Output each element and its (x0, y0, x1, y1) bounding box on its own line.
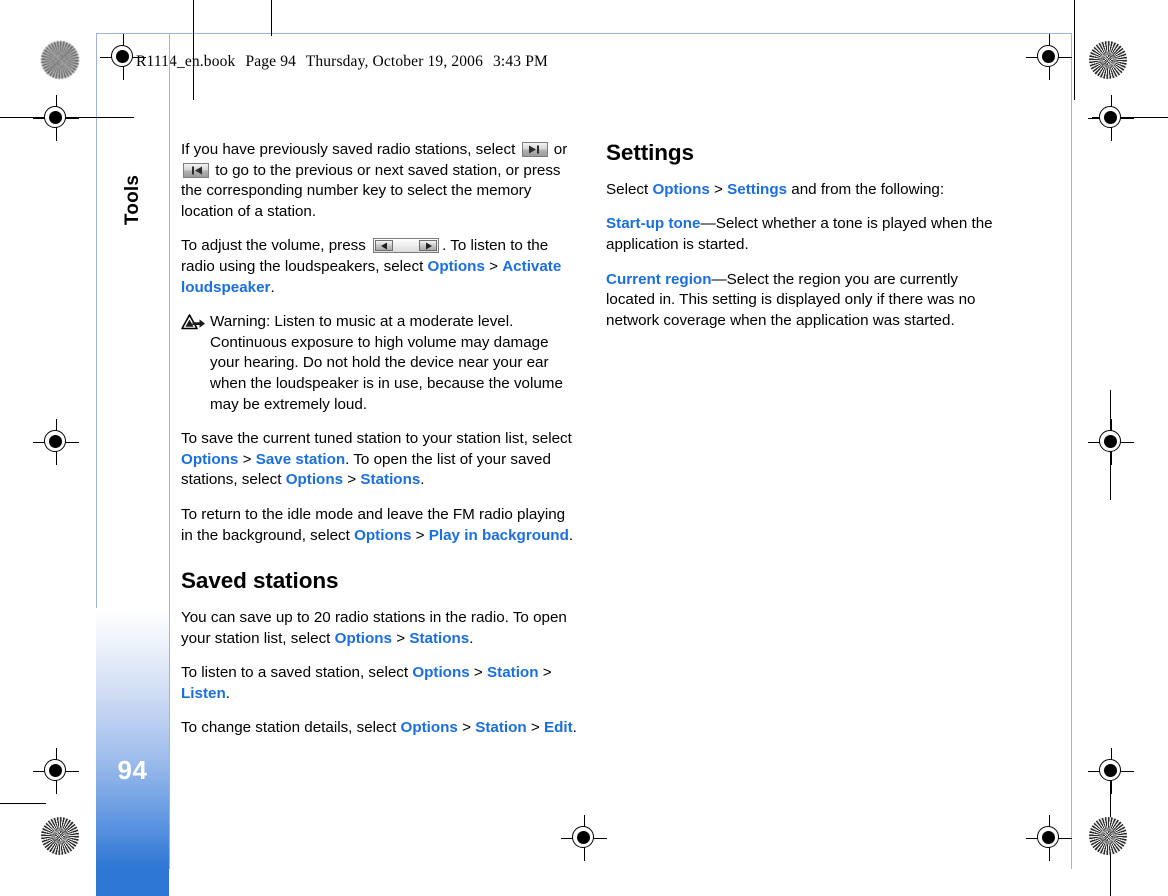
heading-settings: Settings (606, 140, 694, 165)
volume-rocker-key-icon (373, 238, 440, 254)
sep-2: > (238, 450, 256, 468)
paragraph-current-region: Current region—Select the region you are… (606, 270, 1006, 332)
registration-mark-left-mid (33, 419, 79, 465)
sep-6: > (469, 664, 487, 682)
paragraph-saved-stations-nav: If you have previously saved radio stati… (181, 140, 581, 222)
sep-8: > (457, 719, 476, 737)
registration-mark-right-upper (1088, 95, 1134, 141)
crop-rule-bottom-left-h (0, 803, 46, 805)
crop-rule-top-left-v2 (271, 0, 273, 36)
ui-options-5: Options (334, 629, 393, 647)
registration-mark-right-mid (1088, 419, 1134, 465)
registration-mark-left-upper (33, 95, 79, 141)
sep-1: > (484, 257, 503, 275)
ui-options-2: Options (181, 450, 239, 468)
ui-options-7: Options (400, 719, 458, 737)
p6-text-b: . (225, 684, 230, 702)
p6-text-a: To listen to a saved station, select (181, 664, 413, 682)
p1-text-b: or (549, 141, 568, 158)
paragraph-volume: To adjust the volume, press . To listen … (181, 236, 581, 298)
paragraph-start-up-tone: Start-up tone—Select whether a tone is p… (606, 214, 1006, 255)
registration-mark-bottom-right (1026, 815, 1072, 861)
ui-start-up-tone: Start-up tone (606, 215, 701, 233)
ui-stations-2: Stations (409, 629, 470, 647)
running-header: R1114_en.book Page 94 Thursday, October … (136, 53, 548, 71)
body-column-left: If you have previously saved radio stati… (181, 140, 581, 753)
body-column-right: Settings Select Options > Settings and f… (606, 140, 1006, 345)
crop-rule-left-h (0, 117, 134, 119)
paragraph-settings-intro: Select Options > Settings and from the f… (606, 180, 1006, 201)
star-density-target-top-left (41, 41, 79, 79)
p1-text-a: If you have previously saved radio stati… (181, 141, 520, 158)
warning-note: Warning: Listen to music at a moderate l… (181, 312, 581, 415)
p4-text-b: . (568, 526, 574, 544)
paragraph-save-station: To save the current tuned station to you… (181, 429, 581, 491)
ui-edit: Edit (543, 719, 573, 737)
ui-station-2: Station (475, 719, 527, 737)
header-page-label: Page 94 (245, 53, 296, 70)
r1-text-b: and from the following: (787, 180, 945, 198)
registration-mark-left-lower (33, 748, 79, 794)
p3-text-a: To save the current tuned station to you… (181, 430, 572, 448)
ui-listen: Listen (181, 684, 226, 702)
p2-text-c: . (270, 278, 275, 296)
crop-rule-top-right-v (1074, 0, 1076, 100)
p1-text-c: to go to the previous or next saved stat… (181, 161, 561, 220)
sep-4: > (411, 526, 429, 544)
ui-options-4: Options (354, 526, 412, 544)
header-filename: R1114_en.book (136, 53, 236, 70)
crop-rule-mid-right-v (1110, 390, 1112, 500)
sep-10: > (709, 180, 728, 198)
crop-rule-right-h (1092, 117, 1168, 119)
r1-text-a: Select (606, 180, 653, 198)
p2-text-a: To adjust the volume, press (181, 237, 371, 255)
sep-7: > (538, 664, 552, 682)
heading-saved-stations: Saved stations (181, 568, 339, 594)
crop-rule-bottom-right-v (1110, 760, 1112, 896)
chapter-tab: Tools (96, 140, 169, 260)
ui-current-region: Current region (606, 270, 712, 288)
sep-3: > (343, 471, 361, 489)
registration-mark-right-lower (1088, 748, 1134, 794)
registration-mark-bottom-mid (561, 815, 607, 861)
star-density-target-bottom-left (41, 817, 79, 855)
ui-options-3: Options (285, 471, 344, 489)
header-date: Thursday, October 19, 2006 (305, 53, 483, 70)
paragraph-edit-station: To change station details, select Option… (181, 718, 581, 739)
ui-stations-1: Stations (360, 471, 421, 489)
ui-play-in-background: Play in background (428, 526, 569, 544)
warning-triangle-icon (181, 314, 206, 331)
previous-track-key-icon (183, 162, 209, 178)
p5-text-b: . (469, 629, 474, 647)
ui-station-1: Station (487, 664, 539, 682)
ui-options-1: Options (427, 257, 485, 275)
registration-mark-top-right (1026, 34, 1072, 80)
p7-text-b: . (572, 719, 577, 737)
header-time: 3:43 PM (493, 53, 548, 70)
paragraph-play-in-background: To return to the idle mode and leave the… (181, 505, 581, 546)
page-number: 94 (117, 755, 148, 785)
page-sidebar-gradient (96, 608, 169, 896)
warning-text: Warning: Listen to music at a moderate l… (210, 313, 563, 413)
p3-text-c: . (420, 471, 425, 489)
sep-5: > (392, 629, 410, 647)
ui-settings: Settings (727, 180, 788, 198)
paragraph-station-capacity: You can save up to 20 radio stations in … (181, 608, 581, 649)
ui-options-6: Options (412, 664, 470, 682)
star-density-target-bottom-right (1089, 817, 1127, 855)
crop-rule-top-left-v (193, 0, 195, 100)
ui-options-8: Options (652, 180, 710, 198)
paragraph-listen-saved-station: To listen to a saved station, select Opt… (181, 663, 581, 704)
ui-save-station: Save station (255, 450, 346, 468)
sep-9: > (526, 719, 544, 737)
star-density-target-top-right (1089, 41, 1127, 79)
chapter-tab-label: Tools (121, 174, 143, 226)
p7-text-a: To change station details, select (181, 719, 401, 737)
next-track-key-icon (521, 142, 548, 157)
